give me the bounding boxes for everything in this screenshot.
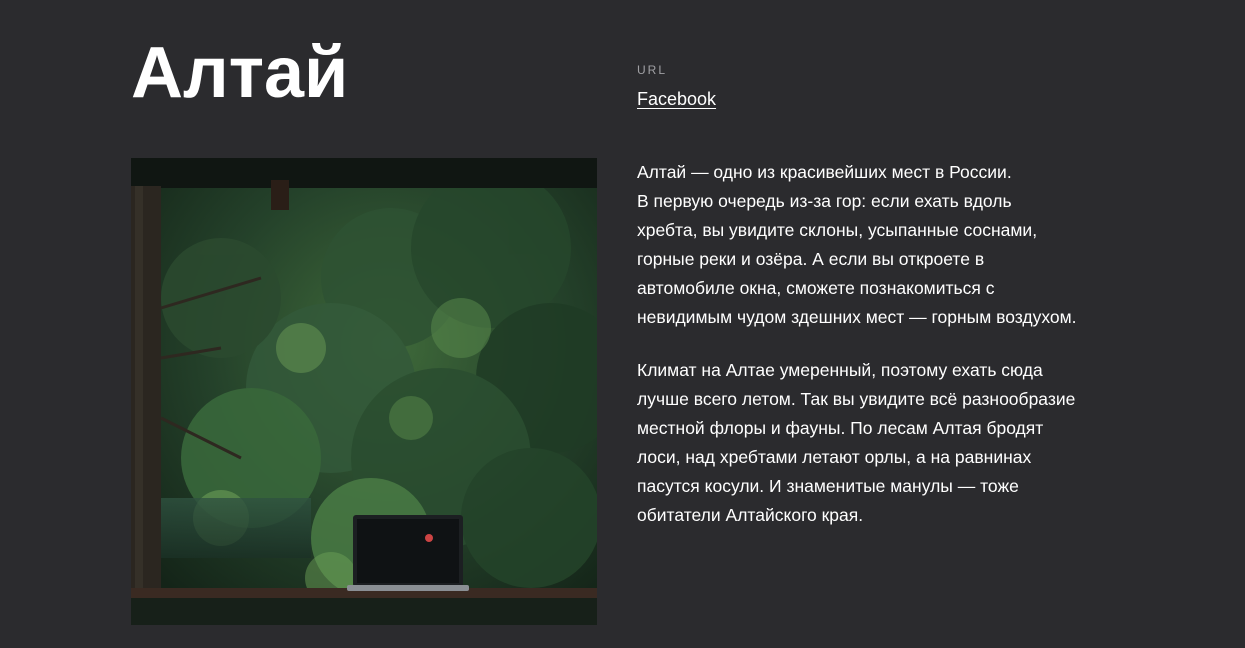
- forest-photo: [131, 158, 597, 625]
- paragraph-climate: Климат на Алтае умеренный, поэтому ехать…: [637, 360, 1076, 525]
- facebook-link[interactable]: Facebook: [637, 88, 716, 110]
- description: Алтай — одно из красивейших мест в Росси…: [637, 158, 1137, 554]
- page-title: Алтай: [131, 33, 349, 113]
- page: Алтай URL Facebook Алтай — одно из краси…: [0, 0, 1245, 648]
- paragraph-intro: Алтай — одно из красивейших мест в Росси…: [637, 162, 1077, 327]
- url-label: URL: [637, 63, 668, 77]
